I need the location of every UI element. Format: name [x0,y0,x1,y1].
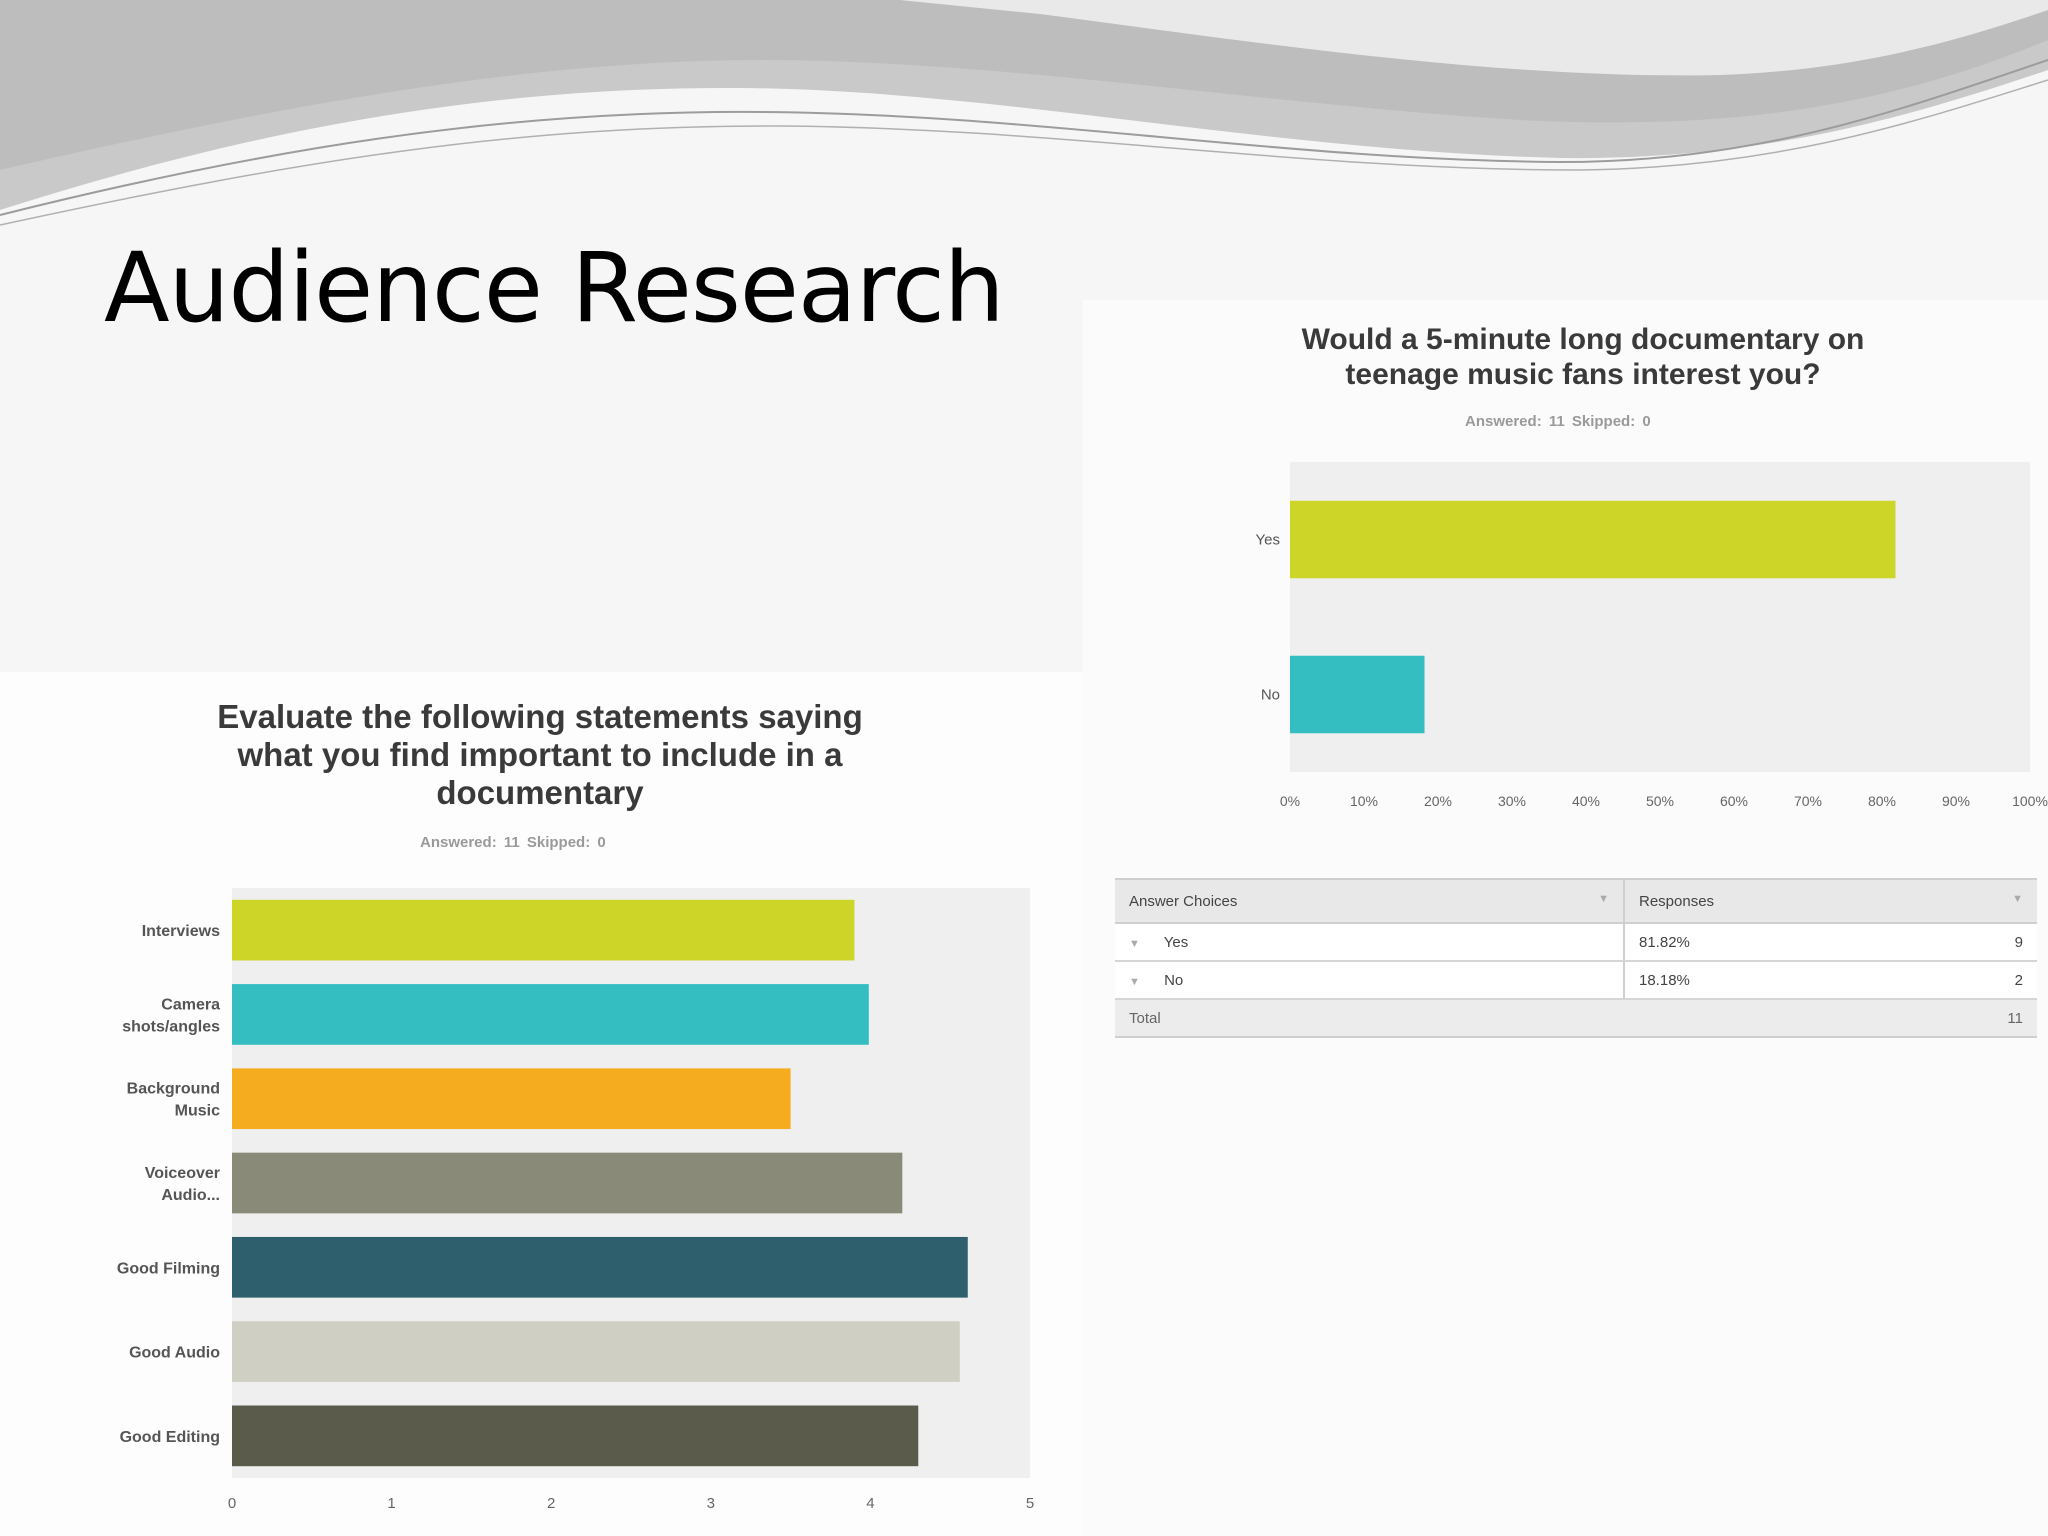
sort-arrow-icon[interactable]: ▼ [1598,893,1609,905]
bar-interviews [232,899,855,961]
table-cell-response: 81.82% 9 [1624,923,2037,962]
response-table: Answer Choices ▼ Responses ▼ ▼ Yes 81.82… [1115,878,2037,1038]
category-label: Good Editing [120,1429,220,1446]
category-label: shots/angles [122,1018,220,1035]
x-tick-label: 50% [1646,793,1674,809]
bar-background-music [232,1068,791,1130]
bar-good-audio [232,1321,960,1382]
header-responses-label: Responses [1639,892,1715,910]
total-label: Total [1129,1009,1161,1027]
table-cell-choice: ▼ No [1115,961,1625,1000]
interest-chart-panel: Would a 5-minute long documentary on tee… [1083,300,2048,1536]
category-label: Good Filming [117,1260,220,1277]
importance-chart-panel: Evaluate the following statements saying… [0,672,1083,1536]
category-label: Interviews [142,923,220,940]
category-label: Yes [1256,532,1280,549]
table-cell-choice: ▼ Yes [1115,923,1625,962]
header-answer-choices[interactable]: Answer Choices ▼ [1115,878,1625,924]
category-label: Music [175,1103,220,1120]
response-count: 9 [2014,933,2023,951]
category-label: No [1261,687,1280,704]
table-total-cell: Total 11 [1115,999,2037,1038]
x-tick-label: 2 [547,1495,555,1512]
slide: Audience Research Evaluate the following… [0,0,2048,1536]
bar-no [1290,655,1425,734]
choice-label: Yes [1163,933,1189,951]
response-count: 2 [2014,971,2023,989]
wave-header-decoration [0,0,2048,226]
bar-good-editing [232,1405,919,1467]
category-label: Camera [161,996,220,1013]
bar-yes [1290,500,1896,579]
response-percent: 18.18% [1639,971,1690,989]
header-answer-choices-label: Answer Choices [1129,892,1238,910]
x-tick-label: 1 [387,1495,395,1512]
interest-bar-chart: Yes No 0% 10% 20% 30% 40% 50% 60% 70% 80% 90% 100% [1256,462,2048,809]
category-label: Background [127,1081,220,1098]
x-tick-label: 3 [707,1495,715,1512]
bar-voiceover-audio- [232,1152,903,1214]
sort-arrow-icon[interactable]: ▼ [2012,893,2023,905]
header-responses[interactable]: Responses ▼ [1624,878,2037,924]
slide-title: Audience Research [104,232,1005,344]
category-label: Audio... [161,1187,220,1204]
table-row: ▼ No 18.18% 2 [1115,961,2037,1000]
bar-good-filming [232,1236,968,1298]
x-tick-label: 0% [1280,793,1300,809]
x-tick-label: 30% [1498,793,1526,809]
row-expand-icon[interactable]: ▼ [1129,976,1140,988]
x-tick-label: 40% [1572,793,1600,809]
table-row: ▼ Yes 81.82% 9 [1115,923,2037,962]
table-cell-response: 18.18% 2 [1624,961,2037,1000]
x-tick-label: 0 [228,1495,236,1512]
x-tick-label: 20% [1424,793,1452,809]
table-total-row: Total 11 [1115,999,2037,1038]
x-tick-label: 60% [1720,793,1748,809]
importance-bar-chart: Interviews Camera shots/angles Background Mu… [117,888,1034,1512]
response-percent: 81.82% [1639,933,1690,951]
table-header-row: Answer Choices ▼ Responses ▼ [1115,878,2037,924]
x-tick-label: 4 [866,1495,874,1512]
x-tick-label: 80% [1868,793,1896,809]
total-count: 11 [2007,1009,2023,1027]
x-tick-label: 70% [1794,793,1822,809]
category-label: Good Audio [129,1345,220,1362]
x-tick-label: 100% [2012,793,2048,809]
x-tick-label: 5 [1026,1495,1034,1512]
x-tick-label: 10% [1350,793,1378,809]
row-expand-icon[interactable]: ▼ [1129,938,1140,950]
bar-camera-shots-angles [232,984,869,1045]
choice-label: No [1164,971,1184,989]
category-label: Voiceover [145,1165,220,1182]
x-tick-label: 90% [1942,793,1970,809]
